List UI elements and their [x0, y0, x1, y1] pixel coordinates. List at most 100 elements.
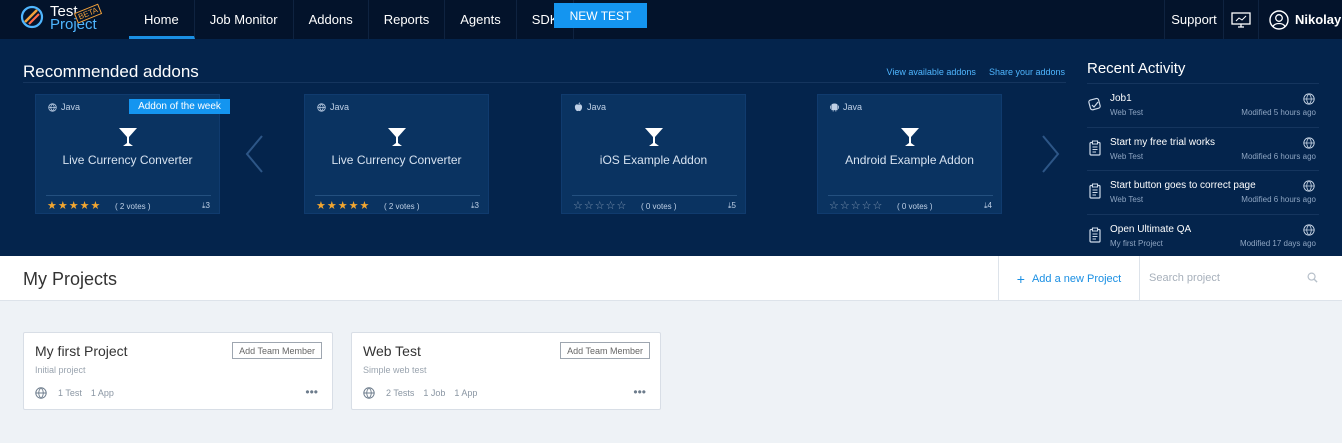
project-search [1139, 256, 1342, 301]
addon-platform: Java [830, 102, 862, 112]
project-stats: 1 Test 1 App [58, 388, 114, 398]
monitor-icon [1231, 11, 1251, 28]
nav-addons[interactable]: Addons [294, 0, 369, 39]
user-menu[interactable]: Nikolay [1259, 0, 1342, 39]
addon-card[interactable]: Java Android Example Addon ☆☆☆☆☆ ( 0 vot… [817, 94, 1002, 214]
globe-icon [317, 102, 326, 112]
activity-title: Open Ultimate QA [1110, 223, 1192, 235]
activity-project: Web Test [1110, 108, 1144, 117]
search-icon[interactable] [1307, 272, 1318, 283]
activity-item[interactable]: Job1 Web Test Modified 5 hours ago [1087, 84, 1319, 128]
user-name: Nikolay [1295, 12, 1342, 27]
rating-stars: ★★★★★ [316, 200, 371, 212]
nav-agents[interactable]: Agents [445, 0, 517, 39]
projects-header: My Projects + Add a new Project [0, 256, 1342, 301]
addon-name: Android Example Addon [845, 153, 974, 167]
apple-icon [574, 102, 583, 112]
globe-icon [35, 387, 47, 399]
my-projects-title: My Projects [23, 269, 118, 289]
more-options-icon[interactable]: ••• [633, 385, 646, 399]
stat-tests: 2 Tests [386, 388, 415, 398]
divider [23, 82, 1066, 83]
top-navbar: Test Project BETA Home Job Monitor Addon… [0, 0, 1342, 39]
trophy-icon [119, 128, 137, 146]
add-team-member-button[interactable]: Add Team Member [232, 342, 322, 359]
activity-modified: Modified 17 days ago [1239, 238, 1316, 248]
rating-stars: ★★★★★ [47, 200, 102, 212]
project-name: My first Project [35, 343, 128, 359]
nav-home[interactable]: Home [129, 0, 195, 39]
search-project-input[interactable] [1149, 270, 1299, 286]
globe-icon [48, 102, 57, 112]
clipboard-icon [1089, 227, 1101, 243]
trophy-icon [901, 128, 919, 146]
plus-icon: + [1016, 270, 1025, 287]
recommended-title: Recommended addons [23, 62, 199, 81]
stat-apps: 1 App [90, 388, 114, 398]
monitor-button[interactable] [1223, 0, 1259, 39]
project-description: Simple web test [363, 365, 427, 375]
addon-name: iOS Example Addon [599, 153, 708, 167]
activity-title: Start button goes to correct page [1110, 180, 1256, 191]
recent-activity: Recent Activity Job1 Web Test Modified 5… [1087, 60, 1319, 258]
download-count: ⤓3 [471, 201, 479, 210]
recommended-band: Recommended addons View available addons… [0, 39, 1342, 256]
rating-stars: ☆☆☆☆☆ [573, 200, 628, 212]
rating-stars: ☆☆☆☆☆ [829, 200, 884, 212]
addon-platform: Java [48, 102, 80, 112]
add-team-member-button[interactable]: Add Team Member [560, 342, 650, 359]
addon-name: Live Currency Converter [331, 153, 462, 167]
addon-name: Live Currency Converter [62, 153, 193, 167]
votes-count: ( 2 votes ) [115, 202, 151, 211]
activity-modified: Modified 6 hours ago [1241, 195, 1316, 204]
activity-project: Web Test [1110, 195, 1144, 204]
add-project-label: Add a new Project [1031, 272, 1122, 285]
addon-platform: Java [317, 102, 349, 112]
download-count: ⤓5 [728, 201, 736, 210]
activity-item[interactable]: Open Ultimate QA My first Project Modifi… [1087, 215, 1319, 259]
support-link[interactable]: Support [1164, 0, 1223, 39]
globe-icon [1303, 223, 1315, 236]
nav-reports[interactable]: Reports [369, 0, 446, 39]
activity-modified: Modified 6 hours ago [1241, 151, 1316, 161]
clipboard-icon [1089, 140, 1101, 156]
addon-card[interactable]: Java Live Currency Converter ★★★★★ ( 2 v… [304, 94, 489, 214]
view-addons-link[interactable]: View available addons [887, 67, 976, 77]
nav-right: Support Nikolay [1164, 0, 1342, 39]
download-count: ⤓3 [202, 201, 210, 210]
votes-count: ( 0 votes ) [641, 202, 677, 211]
project-description: Initial project [35, 365, 86, 375]
main-nav: Home Job Monitor Addons Reports Agents S… [129, 0, 575, 39]
new-test-button[interactable]: NEW TEST [554, 3, 647, 28]
user-avatar-icon [1269, 9, 1289, 30]
globe-icon [1303, 180, 1315, 192]
testproject-logo[interactable]: Test Project BETA [19, 3, 119, 35]
activity-item[interactable]: Start button goes to correct page Web Te… [1087, 171, 1319, 215]
add-project-button[interactable]: + Add a new Project [998, 256, 1139, 301]
logo-text-project: Project [50, 16, 97, 33]
download-count: ⤓4 [984, 201, 992, 210]
trophy-icon [388, 128, 406, 146]
recommended-links: View available addons Share your addons [887, 67, 1065, 77]
votes-count: ( 0 votes ) [897, 202, 933, 211]
activity-title: Job1 [1110, 93, 1132, 104]
stat-apps: 1 App [454, 388, 478, 398]
stat-tests: 1 Test [58, 388, 82, 398]
activity-project: Web Test [1110, 151, 1144, 161]
trophy-icon [645, 128, 663, 146]
addon-platform: Java [574, 102, 606, 112]
activity-item[interactable]: Start my free trial works Web Test Modif… [1087, 128, 1319, 171]
more-options-icon[interactable]: ••• [305, 385, 318, 399]
nav-job-monitor[interactable]: Job Monitor [195, 0, 294, 39]
carousel-prev-arrow[interactable] [244, 134, 264, 174]
addon-card[interactable]: Java iOS Example Addon ☆☆☆☆☆ ( 0 votes )… [561, 94, 746, 214]
project-card[interactable]: My first Project Initial project Add Tea… [23, 332, 333, 410]
project-stats: 2 Tests 1 Job 1 App [386, 388, 477, 398]
share-addons-link[interactable]: Share your addons [989, 67, 1065, 77]
project-card[interactable]: Web Test Simple web test Add Team Member… [351, 332, 661, 410]
activity-title: Start my free trial works [1110, 136, 1216, 148]
clipboard-icon [1089, 183, 1101, 199]
logo-icon [20, 5, 44, 29]
android-icon [830, 103, 839, 112]
carousel-next-arrow[interactable] [1041, 134, 1061, 174]
